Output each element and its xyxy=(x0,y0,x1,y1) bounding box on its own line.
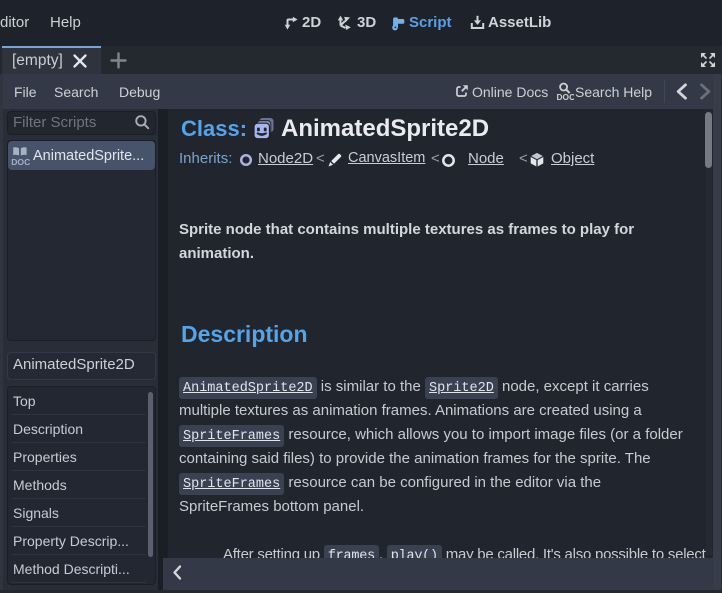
svg-text:DOC: DOC xyxy=(557,92,575,101)
svg-text:DOC: DOC xyxy=(11,157,30,166)
